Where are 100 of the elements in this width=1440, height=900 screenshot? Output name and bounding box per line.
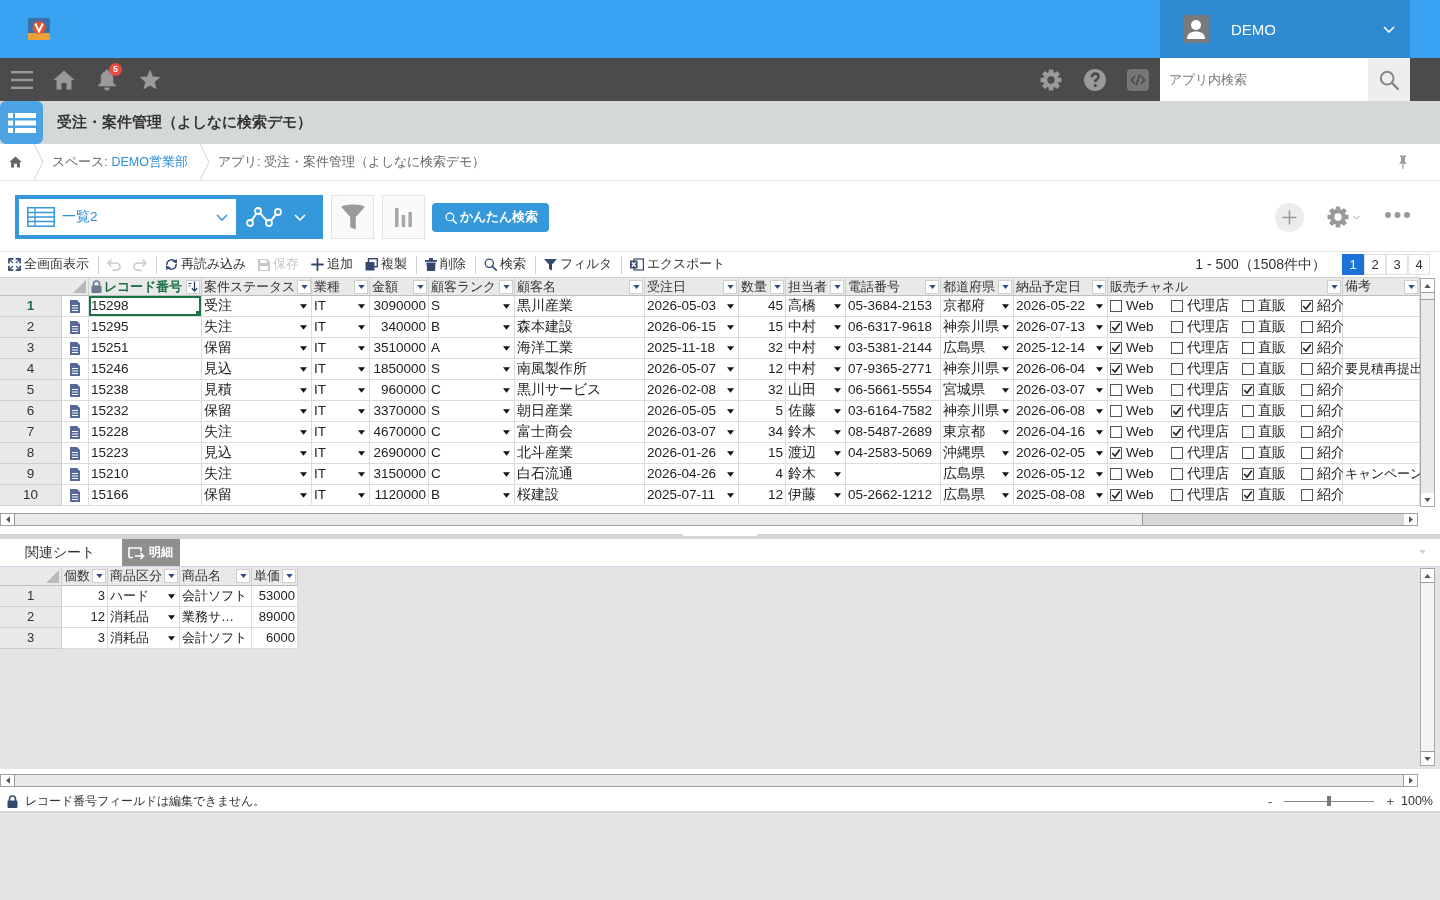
dropdown-cell[interactable]: IT bbox=[312, 317, 370, 338]
row-header[interactable]: 10 bbox=[0, 485, 62, 506]
dropdown-cell[interactable]: 2025-08-08 bbox=[1014, 485, 1108, 506]
dropdown-cell[interactable]: 2026-04-26 bbox=[645, 464, 739, 485]
column-filter-button[interactable] bbox=[1404, 279, 1418, 294]
dropdown-cell[interactable]: 沖縄県 bbox=[941, 443, 1014, 464]
dropdown-cell[interactable]: IT bbox=[312, 464, 370, 485]
document-icon[interactable] bbox=[70, 467, 80, 481]
dropdown-cell[interactable]: 見込 bbox=[202, 443, 312, 464]
dropdown-cell[interactable]: 神奈川県 bbox=[941, 317, 1014, 338]
dropdown-cell[interactable]: IT bbox=[312, 380, 370, 401]
column-header[interactable]: 担当者 bbox=[786, 278, 846, 296]
search-button[interactable] bbox=[1368, 58, 1410, 101]
scroll-up-button[interactable] bbox=[1421, 279, 1434, 292]
dropdown-cell[interactable]: 山田 bbox=[786, 380, 846, 401]
document-icon[interactable] bbox=[70, 404, 80, 418]
dropdown-cell[interactable]: IT bbox=[312, 338, 370, 359]
row-header[interactable]: 6 bbox=[0, 401, 62, 422]
search-field[interactable]: アプリ内検索 bbox=[1160, 58, 1368, 101]
dropdown-cell[interactable]: IT bbox=[312, 485, 370, 506]
scroll-up-button[interactable] bbox=[1421, 569, 1434, 582]
checkbox[interactable] bbox=[1242, 342, 1254, 354]
document-icon[interactable] bbox=[70, 299, 80, 313]
row-header[interactable]: 5 bbox=[0, 380, 62, 401]
checkbox[interactable] bbox=[1110, 405, 1122, 417]
column-filter-button[interactable] bbox=[186, 279, 200, 294]
dropdown-cell[interactable]: IT bbox=[312, 443, 370, 464]
column-header[interactable]: 商品名 bbox=[180, 567, 252, 586]
menu-icon[interactable] bbox=[11, 70, 33, 89]
dropdown-cell[interactable]: 2026-07-13 bbox=[1014, 317, 1108, 338]
column-filter-button[interactable] bbox=[413, 279, 427, 294]
checkbox[interactable] bbox=[1171, 300, 1183, 312]
dropdown-cell[interactable]: 失注 bbox=[202, 422, 312, 443]
document-icon[interactable] bbox=[70, 320, 80, 334]
page-button[interactable]: 2 bbox=[1364, 254, 1386, 275]
column-header[interactable]: 販売チャネル bbox=[1108, 278, 1343, 296]
dropdown-cell[interactable]: 2026-03-07 bbox=[1014, 380, 1108, 401]
dropdown-cell[interactable]: 中村 bbox=[786, 317, 846, 338]
dropdown-cell[interactable]: 見込 bbox=[202, 359, 312, 380]
settings-icon[interactable] bbox=[1040, 68, 1062, 91]
dropdown-cell[interactable]: 鈴木 bbox=[786, 464, 846, 485]
dropdown-cell[interactable]: 2026-06-08 bbox=[1014, 401, 1108, 422]
column-header[interactable]: 顧客ランク bbox=[429, 278, 515, 296]
checkbox[interactable] bbox=[1301, 342, 1313, 354]
delete-button[interactable]: 削除 bbox=[425, 256, 466, 273]
checkbox[interactable] bbox=[1242, 405, 1254, 417]
page-button[interactable]: 3 bbox=[1386, 254, 1408, 275]
row-header[interactable]: 7 bbox=[0, 422, 62, 443]
dropdown-cell[interactable]: 広島県 bbox=[941, 485, 1014, 506]
dropdown-cell[interactable]: 失注 bbox=[202, 317, 312, 338]
row-header[interactable]: 4 bbox=[0, 359, 62, 380]
checkbox[interactable] bbox=[1242, 447, 1254, 459]
dropdown-cell[interactable]: 2026-02-05 bbox=[1014, 443, 1108, 464]
column-header[interactable]: 商品区分 bbox=[108, 567, 180, 586]
column-filter-button[interactable] bbox=[830, 279, 844, 294]
checkbox[interactable] bbox=[1242, 384, 1254, 396]
dropdown-cell[interactable]: 東京都 bbox=[941, 422, 1014, 443]
bell-icon[interactable] bbox=[97, 68, 117, 91]
checkbox[interactable] bbox=[1110, 363, 1122, 375]
checkbox[interactable] bbox=[1171, 342, 1183, 354]
dropdown-cell[interactable]: 保留 bbox=[202, 401, 312, 422]
checkbox[interactable] bbox=[1110, 426, 1122, 438]
row-header[interactable]: 1 bbox=[0, 586, 62, 607]
column-filter-button[interactable] bbox=[998, 279, 1012, 294]
checkbox[interactable] bbox=[1110, 447, 1122, 459]
checkbox[interactable] bbox=[1242, 321, 1254, 333]
star-icon[interactable] bbox=[139, 69, 161, 90]
checkbox[interactable] bbox=[1171, 447, 1183, 459]
export-button[interactable]: エクスポート bbox=[630, 256, 725, 273]
column-header[interactable]: 数量 bbox=[739, 278, 786, 296]
scroll-left-button[interactable] bbox=[1, 514, 14, 525]
add-record-button[interactable] bbox=[1275, 203, 1304, 232]
column-filter-button[interactable] bbox=[925, 279, 939, 294]
dropdown-cell[interactable]: 失注 bbox=[202, 464, 312, 485]
checkbox[interactable] bbox=[1301, 468, 1313, 480]
column-header[interactable]: 単価 bbox=[252, 567, 298, 586]
dropdown-cell[interactable]: B bbox=[429, 485, 515, 506]
help-icon[interactable] bbox=[1084, 68, 1106, 91]
column-filter-button[interactable] bbox=[236, 569, 250, 583]
checkbox[interactable] bbox=[1301, 447, 1313, 459]
dropdown-cell[interactable]: 2026-06-04 bbox=[1014, 359, 1108, 380]
checkbox[interactable] bbox=[1242, 363, 1254, 375]
breadcrumb-item[interactable]: アプリ: 受注・案件管理（よしなに検索デモ） bbox=[218, 153, 485, 171]
checkbox[interactable] bbox=[1301, 363, 1313, 375]
column-filter-button[interactable] bbox=[1092, 279, 1106, 294]
dropdown-cell[interactable]: 2025-07-11 bbox=[645, 485, 739, 506]
checkbox[interactable] bbox=[1242, 426, 1254, 438]
row-header[interactable]: 3 bbox=[0, 338, 62, 359]
horizontal-scrollbar[interactable] bbox=[0, 513, 1418, 526]
page-button[interactable]: 1 bbox=[1342, 254, 1364, 275]
document-icon[interactable] bbox=[70, 383, 80, 397]
zoom-in-button[interactable]: + bbox=[1383, 793, 1397, 809]
column-header[interactable]: 顧客名 bbox=[515, 278, 645, 296]
more-icon[interactable] bbox=[1385, 212, 1410, 218]
column-header[interactable]: 業種 bbox=[312, 278, 370, 296]
dropdown-cell[interactable]: IT bbox=[312, 359, 370, 380]
scrollbar-thumb[interactable] bbox=[1421, 582, 1434, 752]
dropdown-cell[interactable]: 2025-12-14 bbox=[1014, 338, 1108, 359]
add-button[interactable]: 追加 bbox=[311, 256, 353, 273]
checkbox[interactable] bbox=[1110, 300, 1122, 312]
